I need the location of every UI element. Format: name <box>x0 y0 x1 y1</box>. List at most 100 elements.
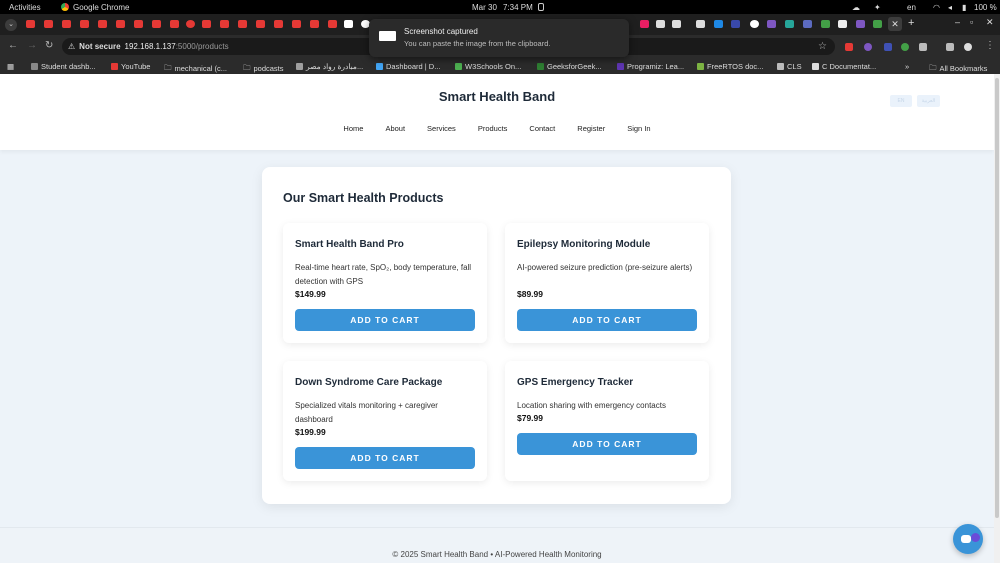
screenshot-notification[interactable]: Screenshot captured You can paste the im… <box>369 19 629 57</box>
product-description: Location sharing with emergency contacts <box>517 401 666 410</box>
add-to-cart-button[interactable]: ADD TO CART <box>295 447 475 469</box>
tab-icon[interactable] <box>873 20 882 28</box>
forward-icon[interactable]: → <box>27 40 37 51</box>
scrollbar-thumb[interactable] <box>995 78 999 518</box>
lang-en-button[interactable]: EN <box>890 95 912 107</box>
bookmark-label: Student dashb... <box>41 62 96 71</box>
youtube-tab-icon[interactable] <box>62 20 71 28</box>
programiz-icon <box>617 63 624 70</box>
chat-badge-icon <box>971 533 980 542</box>
extension-icon[interactable] <box>864 43 872 51</box>
system-tray[interactable]: ☁ ✦ <box>852 3 881 12</box>
youtube-tab-icon[interactable] <box>170 20 179 28</box>
tab-icon[interactable] <box>696 20 705 28</box>
lang-ar-button[interactable]: العربية <box>917 95 940 107</box>
bookmark-item[interactable]: CLS <box>777 62 802 71</box>
extension-icon[interactable] <box>884 43 892 51</box>
clock-time[interactable]: 7:34 PM <box>503 3 533 12</box>
security-label[interactable]: Not secure <box>79 42 120 51</box>
extensions-puzzle-icon[interactable] <box>919 43 927 51</box>
bookmark-item[interactable]: FreeRTOS doc... <box>697 62 763 71</box>
youtube-tab-icon[interactable] <box>80 20 89 28</box>
youtube-tab-icon[interactable] <box>152 20 161 28</box>
back-icon[interactable]: ← <box>8 40 18 51</box>
tab-icon[interactable] <box>767 20 776 28</box>
clock-date[interactable]: Mar 30 <box>472 3 497 12</box>
tab-icon[interactable] <box>803 20 812 28</box>
bookmark-item[interactable]: مبادرة رواد مصر... <box>296 62 363 71</box>
youtube-tab-icon[interactable] <box>274 20 283 28</box>
site-brand[interactable]: Smart Health Band <box>0 89 994 104</box>
youtube-tab-icon[interactable] <box>98 20 107 28</box>
page-scrollbar[interactable] <box>994 74 1000 563</box>
nav-products[interactable]: Products <box>467 124 519 133</box>
chrome-menu-icon[interactable]: ⋮ <box>985 40 995 51</box>
chat-button[interactable] <box>953 524 983 554</box>
close-window-icon[interactable]: ✕ <box>986 17 994 28</box>
product-description: Specialized vitals monitoring + caregive… <box>295 401 438 424</box>
bookmark-item[interactable]: Dashboard | D... <box>376 62 440 71</box>
extension-icon[interactable] <box>845 43 853 51</box>
tab-search-icon[interactable]: ⌄ <box>5 19 17 31</box>
extension-icon[interactable] <box>901 43 909 51</box>
product-name: GPS Emergency Tracker <box>517 377 634 388</box>
nav-services[interactable]: Services <box>416 124 467 133</box>
reload-icon[interactable]: ↻ <box>45 40 53 51</box>
restore-icon[interactable]: ▫ <box>970 17 973 27</box>
nav-register[interactable]: Register <box>566 124 616 133</box>
add-to-cart-button[interactable]: ADD TO CART <box>295 309 475 331</box>
tab-icon[interactable] <box>785 20 794 28</box>
youtube-tab-icon[interactable] <box>186 20 195 28</box>
new-tab-button[interactable]: + <box>908 17 914 29</box>
youtube-tab-icon[interactable] <box>220 20 229 28</box>
nav-sign-in[interactable]: Sign In <box>616 124 661 133</box>
youtube-tab-icon[interactable] <box>328 20 337 28</box>
k-tab-icon[interactable] <box>344 20 353 28</box>
add-to-cart-button[interactable]: ADD TO CART <box>517 309 697 331</box>
bookmark-item[interactable]: Student dashb... <box>31 62 96 71</box>
product-card: Epilepsy Monitoring Module AI-powered se… <box>505 223 709 343</box>
chat-bubble-icon <box>961 535 971 543</box>
product-card: Down Syndrome Care Package Specialized v… <box>283 361 487 481</box>
bookmark-item[interactable]: C Documentat... <box>812 62 876 71</box>
youtube-tab-icon[interactable] <box>238 20 247 28</box>
minimize-icon[interactable]: – <box>955 17 960 27</box>
tab-icon[interactable] <box>714 20 723 28</box>
more-bookmarks-icon[interactable]: » <box>905 62 909 71</box>
keyboard-language[interactable]: en <box>907 3 916 12</box>
nav-home[interactable]: Home <box>332 124 374 133</box>
google-tab-icon[interactable] <box>750 20 759 28</box>
nav-contact[interactable]: Contact <box>518 124 566 133</box>
web-page: Smart Health Band EN العربية Home About … <box>0 74 994 563</box>
youtube-tab-icon[interactable] <box>310 20 319 28</box>
media-icon[interactable] <box>946 43 954 51</box>
bookmark-item[interactable]: GeeksforGeek... <box>537 62 602 71</box>
apps-grid-icon[interactable]: ▦ <box>7 62 14 71</box>
tab-icon[interactable] <box>838 20 847 28</box>
bookmark-item[interactable]: W3Schools On... <box>455 62 521 71</box>
youtube-tab-icon[interactable] <box>256 20 265 28</box>
tab-icon[interactable] <box>856 20 865 28</box>
youtube-tab-icon[interactable] <box>26 20 35 28</box>
warning-icon[interactable]: ⚠ <box>68 42 75 51</box>
profile-avatar[interactable] <box>964 43 972 51</box>
tab-icon[interactable] <box>640 20 649 28</box>
tab-icon[interactable] <box>656 20 665 28</box>
bookmark-label: YouTube <box>121 62 151 71</box>
sheets-tab-icon[interactable] <box>821 20 830 28</box>
tab-icon[interactable] <box>731 20 740 28</box>
bookmark-item[interactable]: Programiz: Lea... <box>617 62 684 71</box>
tab-icon[interactable] <box>672 20 681 28</box>
youtube-tab-icon[interactable] <box>44 20 53 28</box>
youtube-tab-icon[interactable] <box>134 20 143 28</box>
app-menu[interactable]: Google Chrome <box>61 3 129 12</box>
youtube-tab-icon[interactable] <box>202 20 211 28</box>
youtube-tab-icon[interactable] <box>116 20 125 28</box>
activities-button[interactable]: Activities <box>9 3 41 12</box>
close-tab-icon[interactable]: ✕ <box>888 17 902 31</box>
nav-about[interactable]: About <box>374 124 416 133</box>
bookmark-star-icon[interactable]: ☆ <box>818 41 827 52</box>
youtube-tab-icon[interactable] <box>292 20 301 28</box>
bookmark-item[interactable]: YouTube <box>111 62 150 71</box>
add-to-cart-button[interactable]: ADD TO CART <box>517 433 697 455</box>
